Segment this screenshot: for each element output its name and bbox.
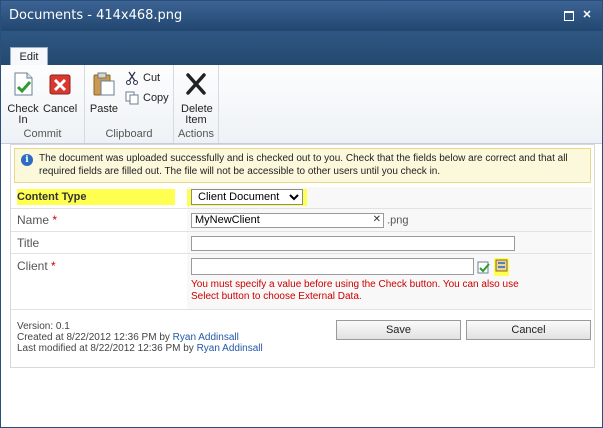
cut-icon [126, 71, 138, 85]
cut-label: Cut [143, 72, 161, 84]
delete-item-button[interactable]: Delete Item [179, 71, 213, 126]
cancel-form-button[interactable]: Cancel [466, 320, 591, 340]
commit-group: Check In Cancel Commit [1, 65, 85, 143]
delete-item-label: Delete Item [181, 103, 213, 126]
title-input[interactable] [191, 235, 515, 251]
content-type-select[interactable]: Client Document [191, 189, 303, 205]
actions-group: Delete Item Actions [174, 65, 219, 143]
title-row: Title [11, 231, 592, 253]
version-text: Version: 0.1 [17, 321, 70, 332]
check-in-label: Check In [7, 103, 39, 126]
clipboard-group: Paste Cut Copy Clipboard [85, 65, 174, 143]
check-in-icon [14, 72, 33, 96]
name-required-marker: * [52, 212, 58, 227]
properties-form: Content Type Client Document Name * MyNe… [11, 187, 592, 310]
check-names-icon[interactable] [477, 260, 491, 274]
copy-label: Copy [143, 92, 169, 104]
copy-button[interactable]: Copy [125, 91, 169, 105]
window-title: Documents - 414x468.png [9, 8, 183, 23]
client-label: Client [17, 258, 48, 273]
client-error-message: You must specify a value before using th… [191, 278, 519, 302]
title-label: Title [17, 235, 40, 250]
actions-group-label: Actions [177, 128, 215, 140]
content-type-label: Content Type [17, 189, 175, 205]
name-row: Name * ✕ .png [11, 208, 592, 231]
maximize-icon[interactable] [562, 9, 576, 21]
dialog-window: Documents - 414x468.png ✕ Edit Check In [0, 0, 603, 428]
delete-icon [186, 73, 206, 95]
ribbon: Check In Cancel Commit Paste Cut Copy Cl… [1, 65, 602, 144]
client-input[interactable] [191, 258, 474, 275]
ribbon-tab-strip: Edit [1, 31, 602, 66]
paste-icon [93, 72, 115, 96]
commit-group-label: Commit [23, 128, 62, 140]
name-file-extension: .png [387, 214, 409, 226]
client-required-marker: * [51, 258, 56, 273]
paste-label: Paste [89, 103, 119, 115]
browse-external-data-icon[interactable] [495, 259, 508, 272]
clear-input-icon[interactable]: ✕ [373, 214, 381, 225]
cancel-label: Cancel [43, 103, 78, 115]
client-row: Client * You must specify a value before… [11, 253, 592, 309]
name-input[interactable] [191, 212, 384, 228]
tab-edit[interactable]: Edit [10, 47, 48, 66]
form-content: i The document was uploaded successfully… [10, 144, 595, 368]
clipboard-group-label: Clipboard [105, 128, 153, 140]
check-in-button[interactable]: Check In [6, 71, 40, 126]
cancel-button[interactable]: Cancel [43, 71, 77, 115]
cancel-icon [49, 74, 71, 95]
created-by-link[interactable]: Ryan Addinsall [173, 332, 239, 343]
close-icon[interactable]: ✕ [580, 9, 594, 21]
paste-button[interactable]: Paste [87, 71, 121, 115]
save-button[interactable]: Save [336, 320, 461, 340]
upload-notice: i The document was uploaded successfully… [14, 148, 591, 183]
modified-text: Last modified at 8/22/2012 12:36 PM by [17, 343, 194, 354]
name-label: Name [17, 212, 50, 227]
modified-by-link[interactable]: Ryan Addinsall [197, 343, 263, 354]
title-bar: Documents - 414x468.png ✕ [1, 1, 602, 31]
upload-notice-text: The document was uploaded successfully a… [39, 153, 568, 177]
cut-button[interactable]: Cut [125, 71, 160, 85]
version-info: Version: 0.1 Created at 8/22/2012 12:36 … [17, 321, 263, 354]
created-text: Created at 8/22/2012 12:36 PM by [17, 332, 170, 343]
content-type-row: Content Type Client Document [11, 187, 592, 208]
info-icon: i [21, 154, 33, 166]
copy-icon [125, 91, 139, 105]
